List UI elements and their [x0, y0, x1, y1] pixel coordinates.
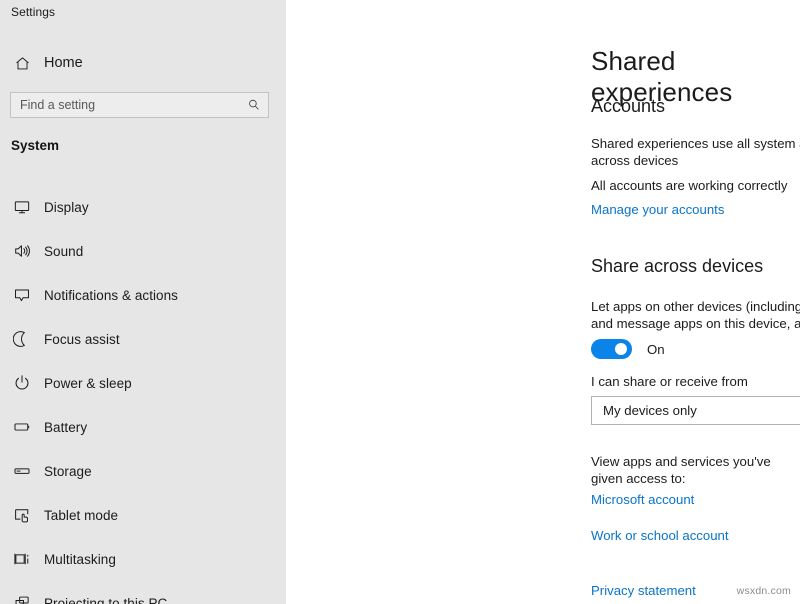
privacy-statement-link[interactable]: Privacy statement — [591, 583, 696, 598]
search-container — [10, 92, 269, 118]
project-screen-icon — [0, 594, 44, 604]
sidebar-item-battery[interactable]: Battery — [0, 405, 286, 449]
notification-icon — [0, 286, 44, 304]
microsoft-account-link[interactable]: Microsoft account — [591, 492, 694, 507]
sidebar: Settings Home System — [0, 0, 286, 604]
sidebar-item-projecting[interactable]: Projecting to this PC — [0, 581, 286, 604]
monitor-icon — [0, 198, 44, 216]
sidebar-item-notifications[interactable]: Notifications & actions — [0, 273, 286, 317]
accounts-description: Shared experiences use all system accoun… — [591, 135, 800, 169]
search-icon[interactable] — [246, 97, 262, 113]
home-icon — [0, 55, 44, 72]
main-content: Shared experiences Accounts Shared exper… — [286, 0, 800, 604]
settings-window: Settings Home System — [0, 0, 800, 604]
sidebar-nav-list: Display Sound — [0, 185, 286, 604]
share-across-devices-toggle[interactable] — [591, 339, 632, 359]
app-title: Settings — [11, 5, 55, 19]
sidebar-item-display-label: Display — [44, 200, 89, 215]
sidebar-item-display[interactable]: Display — [0, 185, 286, 229]
search-box[interactable] — [10, 92, 269, 118]
sidebar-item-battery-label: Battery — [44, 420, 87, 435]
view-apps-label: View apps and services you've given acce… — [591, 453, 800, 487]
moon-icon — [0, 330, 44, 348]
share-across-devices-heading: Share across devices — [591, 256, 763, 277]
accounts-heading: Accounts — [591, 96, 665, 117]
sidebar-item-tablet-mode-label: Tablet mode — [44, 508, 118, 523]
work-or-school-account-link[interactable]: Work or school account — [591, 528, 729, 543]
share-from-dropdown[interactable]: My devices only — [591, 396, 800, 425]
sidebar-item-sound[interactable]: Sound — [0, 229, 286, 273]
drive-icon — [0, 462, 44, 480]
sidebar-item-home-label: Home — [44, 55, 83, 71]
share-toggle-row: On — [591, 339, 665, 359]
sidebar-item-storage-label: Storage — [44, 464, 92, 479]
watermark: wsxdn.com — [737, 585, 791, 597]
sidebar-item-home[interactable]: Home — [0, 48, 286, 78]
sidebar-item-power-sleep-label: Power & sleep — [44, 376, 132, 391]
sidebar-item-multitasking[interactable]: Multitasking — [0, 537, 286, 581]
sidebar-item-sound-label: Sound — [44, 244, 83, 259]
sidebar-item-projecting-label: Projecting to this PC — [44, 596, 167, 604]
sidebar-item-power-sleep[interactable]: Power & sleep — [0, 361, 286, 405]
search-input[interactable] — [20, 98, 246, 112]
sidebar-item-focus-assist-label: Focus assist — [44, 332, 120, 347]
share-from-label: I can share or receive from — [591, 373, 748, 390]
sidebar-section-label: System — [11, 138, 59, 153]
share-from-dropdown-value: My devices only — [603, 403, 800, 418]
manage-accounts-link[interactable]: Manage your accounts — [591, 202, 724, 217]
sidebar-item-storage[interactable]: Storage — [0, 449, 286, 493]
multitasking-icon — [0, 550, 44, 568]
toggle-knob — [615, 343, 627, 355]
accounts-status: All accounts are working correctly — [591, 177, 787, 194]
sidebar-item-tablet-mode[interactable]: Tablet mode — [0, 493, 286, 537]
sidebar-item-focus-assist[interactable]: Focus assist — [0, 317, 286, 361]
power-icon — [0, 374, 44, 392]
battery-icon — [0, 418, 44, 436]
sidebar-item-multitasking-label: Multitasking — [44, 552, 116, 567]
share-across-devices-description: Let apps on other devices (including lin… — [591, 298, 800, 332]
share-toggle-state-label: On — [647, 342, 665, 357]
tablet-hand-icon — [0, 506, 44, 524]
speaker-icon — [0, 242, 44, 260]
sidebar-item-notifications-label: Notifications & actions — [44, 288, 178, 303]
